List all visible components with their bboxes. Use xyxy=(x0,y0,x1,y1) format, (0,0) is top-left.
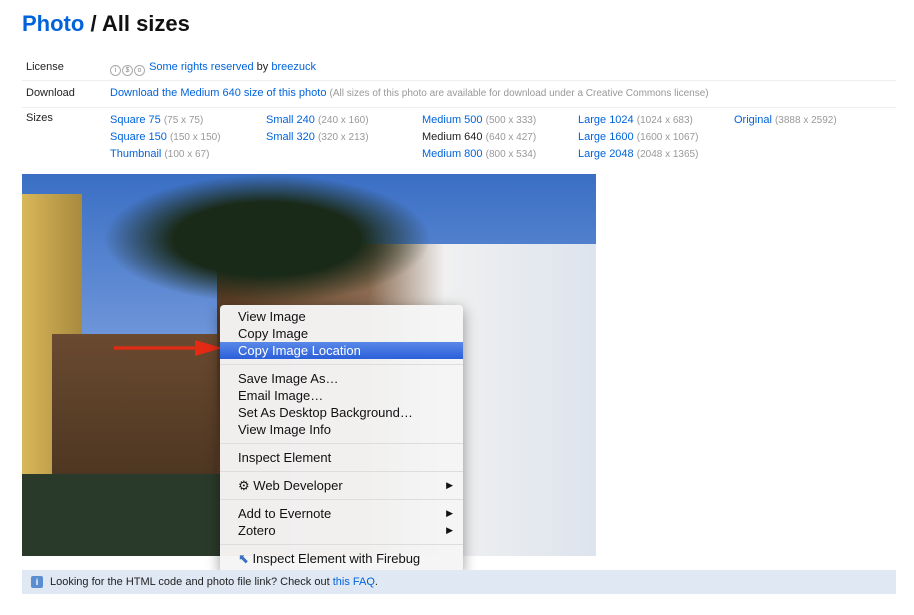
page-title: Photo / All sizes xyxy=(22,11,190,37)
separator xyxy=(220,471,463,472)
menu-label: Web Developer xyxy=(253,478,343,493)
menu-label: Add to Evernote xyxy=(238,506,332,521)
size-link[interactable]: Large 2048 xyxy=(578,148,634,160)
info-end: . xyxy=(374,576,378,588)
firebug-inspect-icon: ⬉ xyxy=(238,551,253,566)
separator xyxy=(220,364,463,365)
sizes-column: Large 1024 (1024 x 683) Large 1600 (1600 … xyxy=(578,112,698,163)
size-link[interactable]: Square 150 xyxy=(110,131,167,143)
size-link[interactable]: Thumbnail xyxy=(110,148,161,160)
size-dimensions: (75 x 75) xyxy=(163,115,204,126)
size-link[interactable]: Medium 500 xyxy=(422,114,483,126)
faq-link[interactable]: this FAQ xyxy=(333,576,375,588)
size-link[interactable]: Large 1600 xyxy=(578,131,634,143)
menu-inspect-element[interactable]: Inspect Element xyxy=(220,449,463,466)
menu-copy-image[interactable]: Copy Image xyxy=(220,325,463,342)
menu-set-desktop-background[interactable]: Set As Desktop Background… xyxy=(220,404,463,421)
photo-link[interactable]: Photo xyxy=(22,11,84,36)
size-option: Small 320 (320 x 213) xyxy=(266,129,369,146)
menu-copy-image-location[interactable]: Copy Image Location xyxy=(220,342,463,359)
size-dimensions: (1600 x 1067) xyxy=(636,132,699,143)
size-dimensions: (640 x 427) xyxy=(485,132,537,143)
cc-sharealike-icon: o xyxy=(134,65,145,76)
menu-label: Inspect Element with Firebug xyxy=(252,551,421,566)
size-option: Square 150 (150 x 150) xyxy=(110,129,221,146)
sizes-column: Square 75 (75 x 75) Square 150 (150 x 150… xyxy=(110,112,221,163)
current-size-label: Medium 640 xyxy=(422,131,483,143)
cc-attribution-icon: i xyxy=(110,65,121,76)
info-bar: i Looking for the HTML code and photo fi… xyxy=(22,570,896,594)
size-option: Square 75 (75 x 75) xyxy=(110,112,221,129)
menu-email-image[interactable]: Email Image… xyxy=(220,387,463,404)
menu-label: Zotero xyxy=(238,523,276,538)
menu-zotero[interactable]: Zotero ▶ xyxy=(220,522,463,539)
size-option: Medium 500 (500 x 333) xyxy=(422,112,536,129)
size-link[interactable]: Small 240 xyxy=(266,114,315,126)
menu-save-image-as[interactable]: Save Image As… xyxy=(220,370,463,387)
size-option: Large 2048 (2048 x 1365) xyxy=(578,146,698,163)
download-note: (All sizes of this photo are available f… xyxy=(329,88,709,99)
sizes-column: Original (3888 x 2592) xyxy=(734,112,837,129)
size-option: Thumbnail (100 x 67) xyxy=(110,146,221,163)
author-link[interactable]: breezuck xyxy=(271,61,316,73)
license-label: License xyxy=(26,61,64,73)
separator xyxy=(220,443,463,444)
sizes-label: Sizes xyxy=(26,112,53,124)
size-option: Small 240 (240 x 160) xyxy=(266,112,369,129)
info-text: Looking for the HTML code and photo file… xyxy=(50,576,333,588)
size-dimensions: (320 x 213) xyxy=(317,132,369,143)
size-link[interactable]: Medium 800 xyxy=(422,148,483,160)
download-row: Download Download the Medium 640 size of… xyxy=(22,87,896,108)
size-option: Large 1600 (1600 x 1067) xyxy=(578,129,698,146)
size-dimensions: (100 x 67) xyxy=(164,149,210,160)
sizes-column: Small 240 (240 x 160) Small 320 (320 x 21… xyxy=(266,112,369,146)
download-link[interactable]: Download the Medium 640 size of this pho… xyxy=(110,87,326,99)
menu-view-image[interactable]: View Image xyxy=(220,308,463,325)
separator xyxy=(220,544,463,545)
gear-icon: ⚙ xyxy=(238,478,254,493)
size-option: Large 1024 (1024 x 683) xyxy=(578,112,698,129)
size-dimensions: (800 x 534) xyxy=(485,149,537,160)
size-dimensions: (500 x 333) xyxy=(485,115,537,126)
size-option: Original (3888 x 2592) xyxy=(734,112,837,129)
menu-add-to-evernote[interactable]: Add to Evernote ▶ xyxy=(220,505,463,522)
submenu-arrow-icon: ▶ xyxy=(446,525,453,535)
size-option: Medium 640 (640 x 427) xyxy=(422,129,536,146)
size-dimensions: (240 x 160) xyxy=(317,115,369,126)
by-text: by xyxy=(253,61,272,73)
size-link[interactable]: Large 1024 xyxy=(578,114,634,126)
size-dimensions: (2048 x 1365) xyxy=(636,149,699,160)
size-link[interactable]: Original xyxy=(734,114,772,126)
info-icon: i xyxy=(31,576,43,588)
title-text: / All sizes xyxy=(84,11,190,36)
download-label: Download xyxy=(26,87,75,99)
size-dimensions: (3888 x 2592) xyxy=(774,115,837,126)
menu-view-image-info[interactable]: View Image Info xyxy=(220,421,463,438)
submenu-arrow-icon: ▶ xyxy=(446,508,453,518)
size-link[interactable]: Small 320 xyxy=(266,131,315,143)
rights-link[interactable]: Some rights reserved xyxy=(149,61,254,73)
sizes-column: Medium 500 (500 x 333) Medium 640 (640 x … xyxy=(422,112,536,163)
size-link[interactable]: Square 75 xyxy=(110,114,161,126)
cc-noncommercial-icon: $ xyxy=(122,65,133,76)
license-row: License i $ o Some rights reserved by bree… xyxy=(22,61,896,81)
context-menu: View Image Copy Image Copy Image Locatio… xyxy=(220,305,463,572)
size-dimensions: (150 x 150) xyxy=(169,132,221,143)
sizes-row: Sizes Square 75 (75 x 75) Square 150 (150… xyxy=(22,112,896,164)
menu-inspect-firebug[interactable]: ⬉ Inspect Element with Firebug xyxy=(220,550,463,567)
size-option: Medium 800 (800 x 534) xyxy=(422,146,536,163)
submenu-arrow-icon: ▶ xyxy=(446,480,453,490)
separator xyxy=(220,499,463,500)
size-dimensions: (1024 x 683) xyxy=(636,115,693,126)
menu-web-developer[interactable]: ⚙ Web Developer ▶ xyxy=(220,477,463,494)
